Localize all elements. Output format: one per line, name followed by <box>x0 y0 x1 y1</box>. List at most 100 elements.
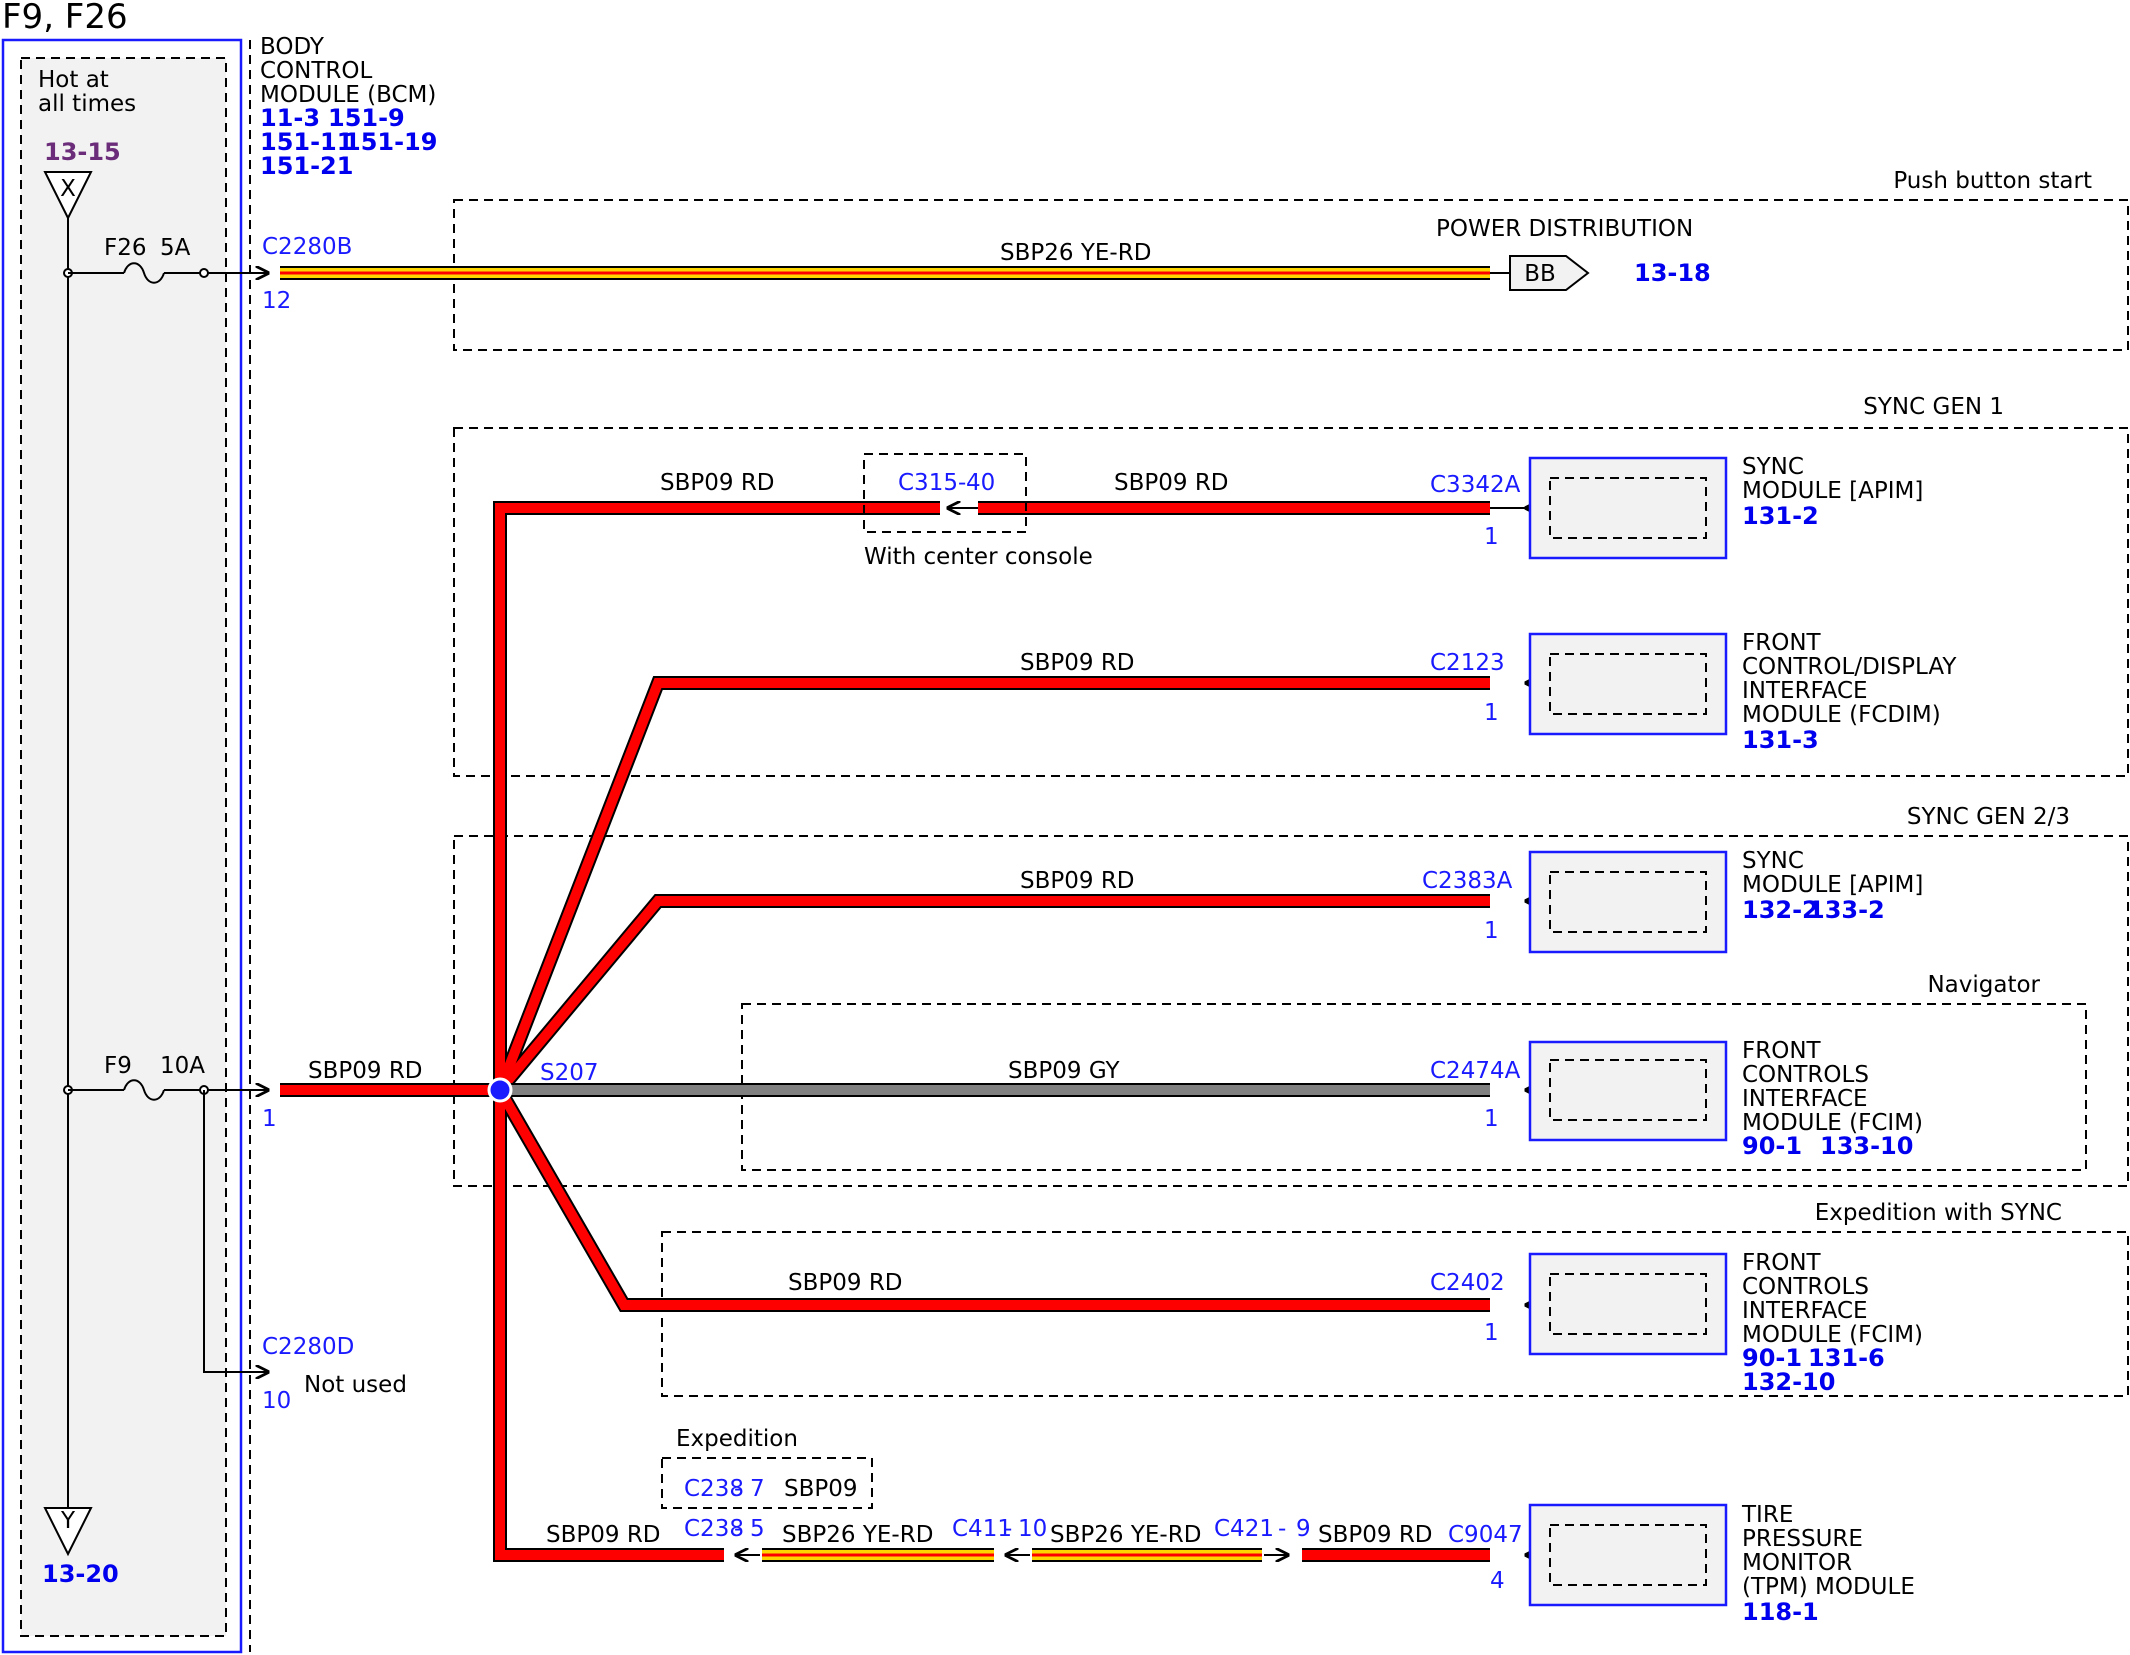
module-connector[interactable]: C3342A <box>1430 472 1521 498</box>
wire-trunk <box>495 503 940 1560</box>
fuse-f9-label: F9 <box>104 1053 132 1079</box>
module-name-line: PRESSURE <box>1742 1526 1863 1552</box>
circuit-label: SBP26 YE-RD <box>782 1522 933 1548</box>
wire-branch-apim <box>496 896 1490 1094</box>
red-harness <box>280 501 1490 1562</box>
circuit-label: SBP09 RD <box>546 1522 661 1548</box>
wire-branch-fcdim <box>495 678 1490 1092</box>
wire-trunk-outline <box>493 501 940 1562</box>
module-connector[interactable]: C2402 <box>1430 1270 1505 1296</box>
group-sync-gen1-label: SYNC GEN 1 <box>1863 394 2004 420</box>
module-box <box>1528 850 1728 954</box>
module-connector[interactable]: C9047 <box>1448 1522 1523 1548</box>
module-name-line: MODULE (FCDIM) <box>1742 702 1941 728</box>
connector-c2280d[interactable]: C2280D <box>262 1334 354 1360</box>
module-name-line: INTERFACE <box>1742 678 1868 704</box>
module-name-line: MONITOR <box>1742 1550 1852 1576</box>
circuit-label: SBP09 RD <box>1020 868 1135 894</box>
module-sync-apim-gen1[interactable]: C3342A 1 SYNC MODULE [APIM] 131-2 <box>1430 454 1923 560</box>
wiring-diagram: F9, F26 Hot at all times 13-15 X Y 13-20… <box>1 0 2129 1654</box>
module-ref[interactable]: 90-1 <box>1742 1132 1802 1160</box>
group-sync-gen23-label: SYNC GEN 2/3 <box>1907 804 2070 830</box>
fuse-f26-label: F26 <box>104 235 147 261</box>
module-ref[interactable]: 133-2 <box>1808 896 1885 924</box>
module-ref[interactable]: 133-10 <box>1820 1132 1913 1160</box>
group-navigator-label: Navigator <box>1927 972 2040 998</box>
module-name-line: CONTROL/DISPLAY <box>1742 654 1957 680</box>
center-console-note: With center console <box>864 544 1093 570</box>
bcm-ref[interactable]: 151-19 <box>344 128 437 156</box>
splice-label: S207 <box>540 1060 599 1086</box>
module-box <box>1528 1503 1728 1607</box>
inline-c411-dash: - <box>1004 1516 1012 1542</box>
wire-branch-outline <box>494 894 1490 1095</box>
module-name-line: MODULE [APIM] <box>1742 872 1923 898</box>
connector-c2280b[interactable]: C2280B <box>262 234 352 260</box>
fuse-f9-rating: 10A <box>160 1053 205 1079</box>
module-name-line: INTERFACE <box>1742 1298 1868 1324</box>
inline-c421-pin: 9 <box>1296 1516 1311 1542</box>
module-fcim-expedition[interactable]: C2402 1 FRONT CONTROLS INTERFACE MODULE … <box>1430 1250 1923 1396</box>
module-name-line: SYNC <box>1742 848 1804 874</box>
circuit-label: SBP09 RD <box>660 470 775 496</box>
power-distribution-ref[interactable]: 13-18 <box>1634 259 1711 287</box>
inline-c238-5-dash: - <box>734 1516 742 1542</box>
inline-c421[interactable]: C421 <box>1214 1516 1274 1542</box>
expedition-circuit: SBP09 <box>784 1476 858 1502</box>
f26-out-node <box>199 268 209 278</box>
group-expedition-sync-label: Expedition with SYNC <box>1815 1200 2062 1226</box>
group-expedition-sync <box>661 1231 2129 1397</box>
bcm-ref[interactable]: 151-21 <box>260 152 353 180</box>
circuit-label: SBP09 RD <box>1318 1522 1433 1548</box>
module-pin: 1 <box>1484 1106 1499 1132</box>
module-name-line: TIRE <box>1741 1502 1793 1528</box>
module-fcdim[interactable]: C2123 1 FRONT CONTROL/DISPLAY INTERFACE … <box>1430 630 1957 754</box>
inline-c238-7-pin: 7 <box>750 1476 765 1502</box>
connector-pin-1: 1 <box>262 1106 277 1132</box>
module-tpm[interactable]: C9047 4 TIRE PRESSURE MONITOR (TPM) MODU… <box>1448 1502 1915 1626</box>
module-pin: 1 <box>1484 918 1499 944</box>
module-name-line: INTERFACE <box>1742 1086 1868 1112</box>
circuit-label: SBP09 GY <box>1008 1058 1121 1084</box>
module-box <box>1528 1040 1728 1142</box>
bcm-line2: CONTROL <box>260 58 373 84</box>
fuse-f26-rating: 5A <box>160 235 191 261</box>
inline-c411[interactable]: C411 <box>952 1516 1012 1542</box>
inline-c421-dash: - <box>1278 1516 1286 1542</box>
page-title: F9, F26 <box>2 0 128 37</box>
inline-c411-pin: 10 <box>1018 1516 1047 1542</box>
circuit-label: SBP09 RD <box>1020 650 1135 676</box>
inline-c238-5-pin: 5 <box>750 1516 765 1542</box>
module-sync-apim-gen23[interactable]: C2383A 1 SYNC MODULE [APIM] 132-2 133-2 <box>1422 848 1923 954</box>
module-name-line: FRONT <box>1742 1038 1822 1064</box>
module-connector[interactable]: C2123 <box>1430 650 1505 676</box>
power-distribution-label: POWER DISTRIBUTION <box>1436 216 1693 242</box>
bb-label: BB <box>1524 261 1556 287</box>
module-ref[interactable]: 118-1 <box>1742 1598 1819 1626</box>
module-fcim-navigator[interactable]: C2474A 1 FRONT CONTROLS INTERFACE MODULE… <box>1430 1038 1923 1160</box>
inline-c238-7-dash: - <box>734 1476 742 1502</box>
group-push-button-label: Push button start <box>1893 168 2092 194</box>
hot-label-line2: all times <box>38 91 136 117</box>
inline-c315[interactable]: C315 <box>898 470 958 496</box>
module-connector[interactable]: C2383A <box>1422 868 1513 894</box>
splice-s207[interactable] <box>487 1077 513 1103</box>
circuit-label: SBP09 RD <box>1114 470 1229 496</box>
circuit-label: SBP26 YE-RD <box>1000 240 1151 266</box>
expedition-label: Expedition <box>676 1426 798 1452</box>
module-box <box>1528 632 1728 736</box>
module-connector[interactable]: C2474A <box>1430 1058 1521 1084</box>
module-pin: 4 <box>1490 1568 1505 1594</box>
module-pin: 1 <box>1484 524 1499 550</box>
module-pin: 1 <box>1484 1320 1499 1346</box>
circuit-label: SBP09 RD <box>308 1058 423 1084</box>
module-ref[interactable]: 131-3 <box>1742 726 1819 754</box>
top-ref-link[interactable]: 13-15 <box>44 138 121 166</box>
module-ref[interactable]: 131-2 <box>1742 502 1819 530</box>
module-ref[interactable]: 132-10 <box>1742 1368 1835 1396</box>
module-box <box>1528 1252 1728 1356</box>
module-name-line: (TPM) MODULE <box>1742 1574 1915 1600</box>
bcm-line1: BODY <box>260 34 325 60</box>
fuse-panel-inner <box>20 57 227 1637</box>
bottom-ref-link[interactable]: 13-20 <box>42 1560 119 1588</box>
